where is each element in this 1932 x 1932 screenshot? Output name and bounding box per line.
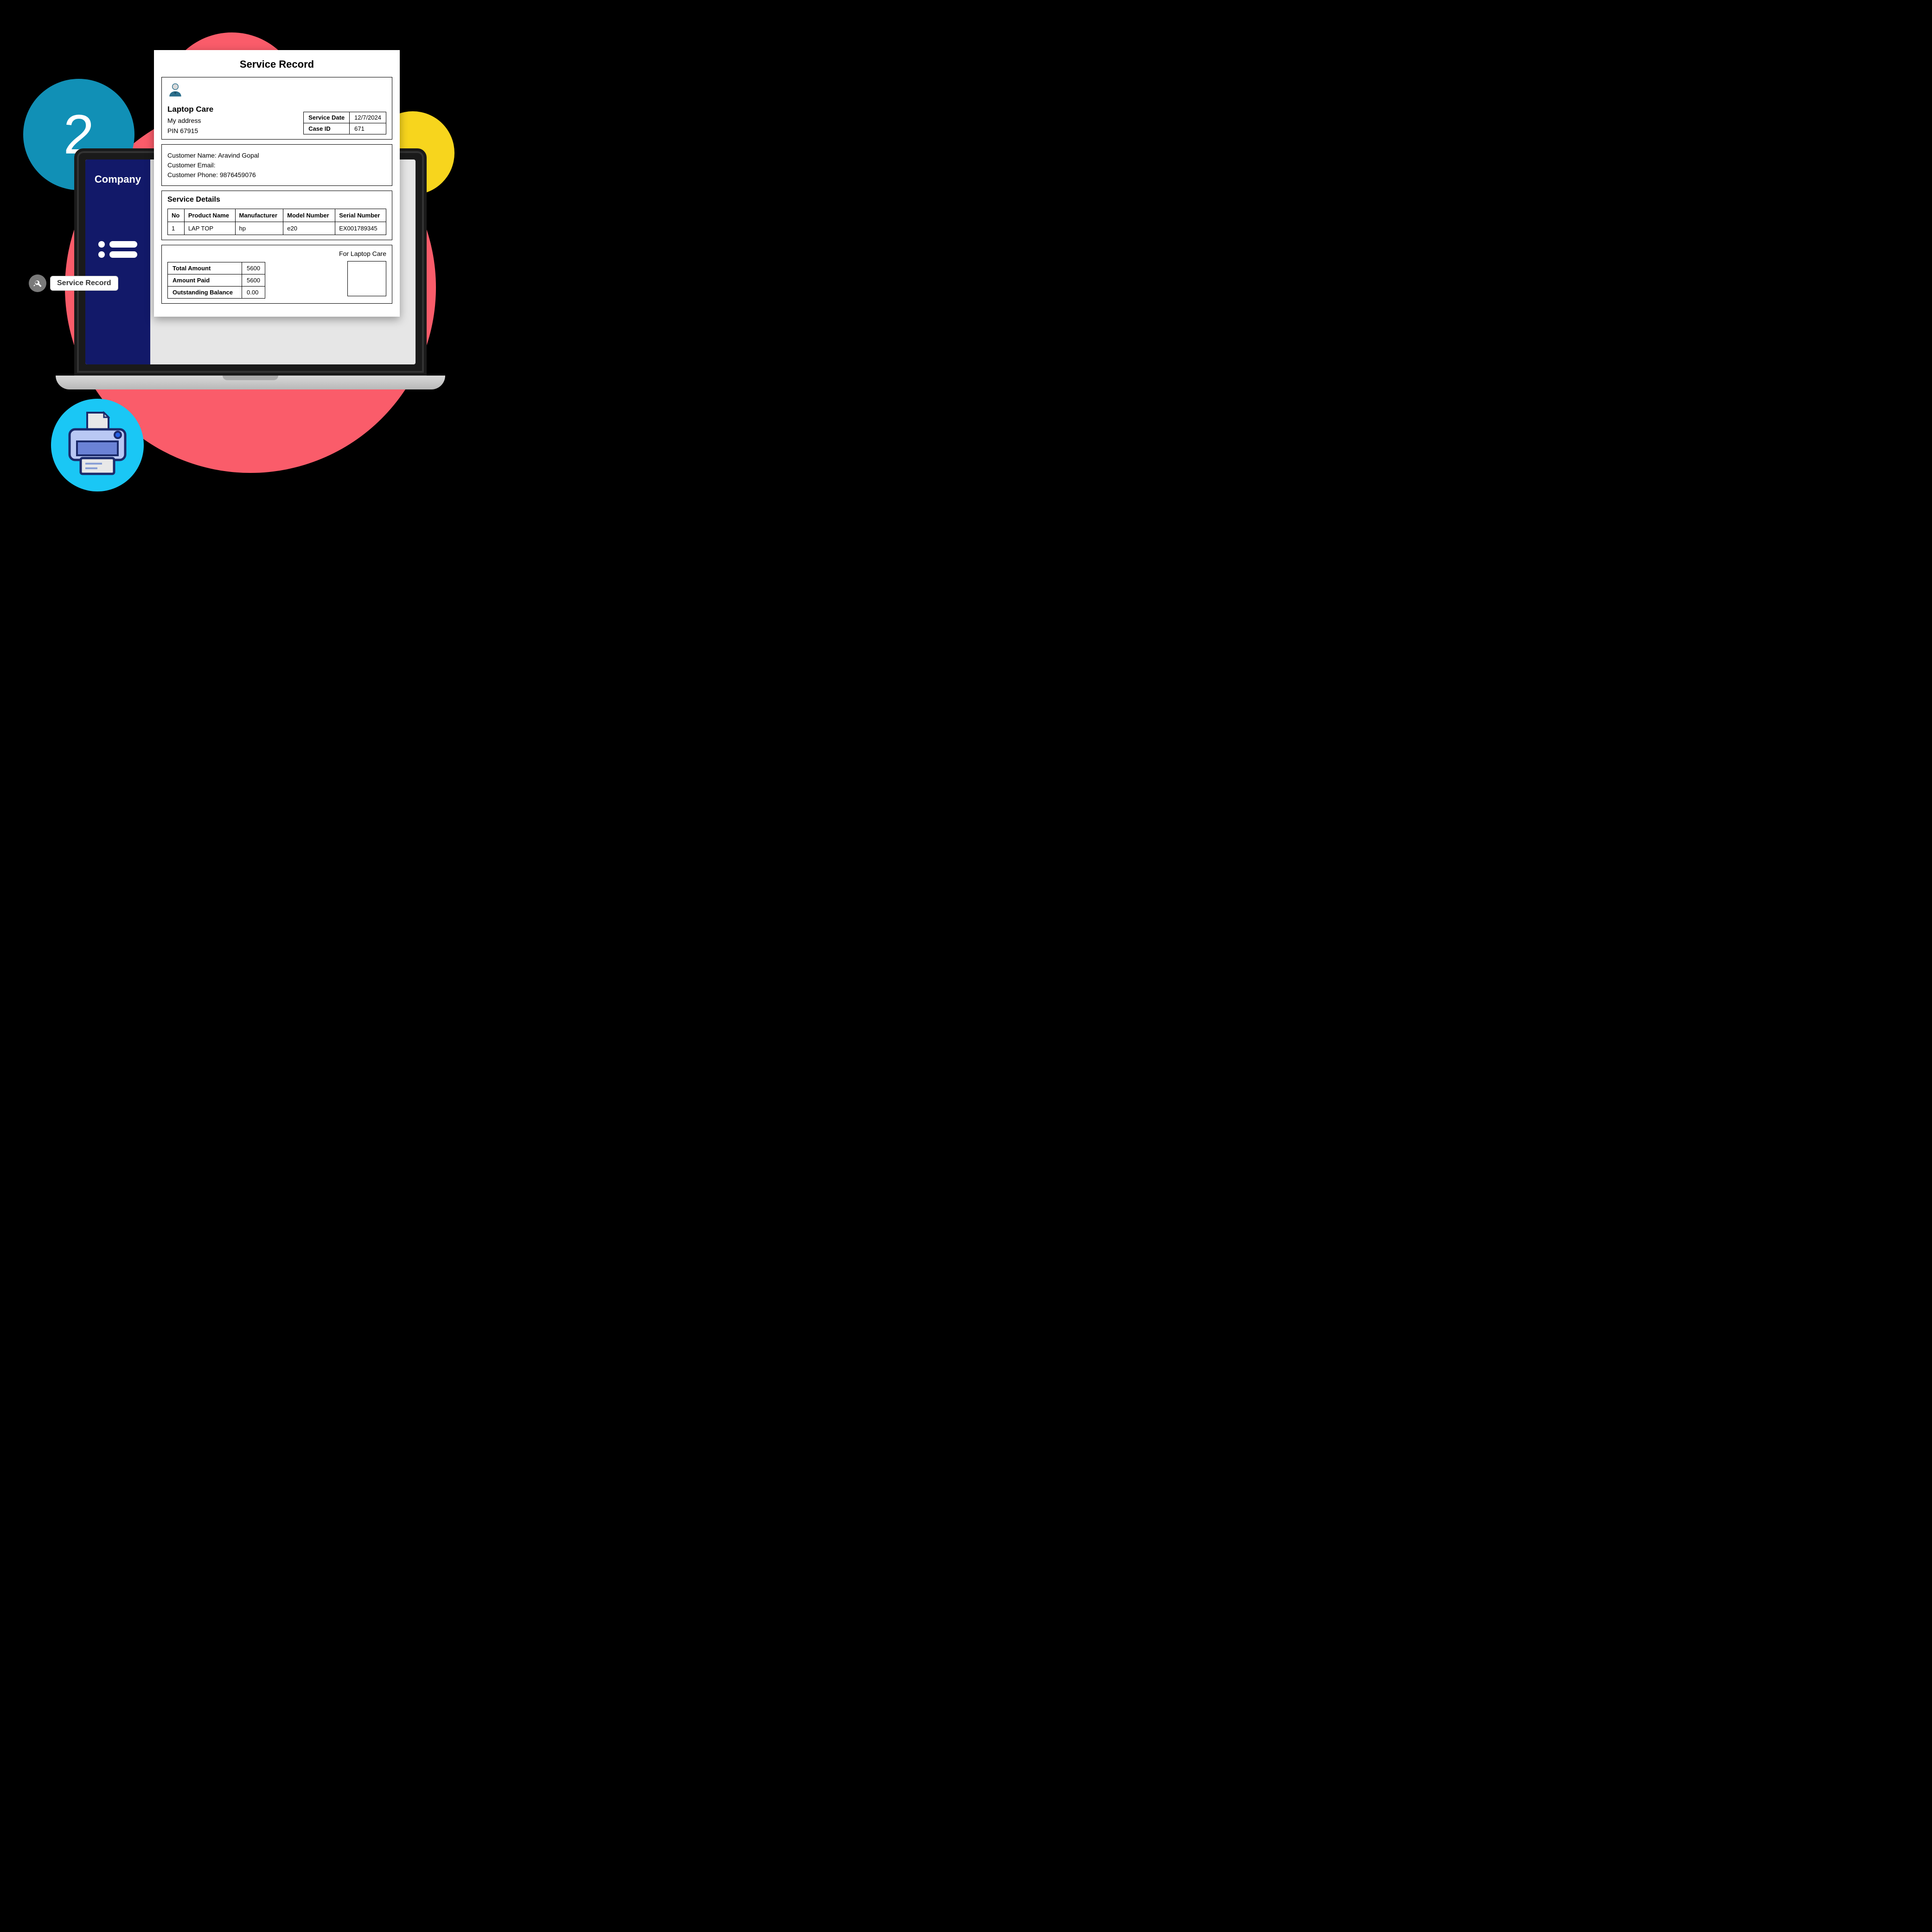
signature-box bbox=[347, 261, 386, 296]
customer-name-label: Customer Name: bbox=[167, 152, 217, 159]
col-serial: Serial Number bbox=[335, 209, 386, 222]
service-record-tag-label: Service Record bbox=[50, 276, 118, 291]
cell-no: 1 bbox=[168, 222, 185, 235]
outstanding-balance-label: Outstanding Balance bbox=[168, 287, 242, 299]
total-amount-value: 5600 bbox=[242, 262, 265, 274]
col-no: No bbox=[168, 209, 185, 222]
company-address: My address bbox=[167, 117, 213, 124]
footer-box: Total Amount 5600 Amount Paid 5600 Outst… bbox=[161, 245, 392, 304]
amount-paid-value: 5600 bbox=[242, 274, 265, 287]
customer-email-label: Customer Email: bbox=[167, 161, 215, 169]
signature-for-label: For Laptop Care bbox=[339, 250, 386, 257]
meta-table: Service Date 12/7/2024 Case ID 671 bbox=[303, 112, 386, 134]
service-date-value: 12/7/2024 bbox=[350, 112, 386, 123]
customer-phone-value: 9876459076 bbox=[220, 171, 256, 179]
menu-list-icon[interactable] bbox=[98, 241, 137, 258]
person-icon bbox=[167, 82, 213, 99]
case-id-label: Case ID bbox=[304, 123, 350, 134]
sidebar-title: Company bbox=[95, 173, 141, 185]
customer-info-box: Customer Name: Aravind Gopal Customer Em… bbox=[161, 144, 392, 186]
company-pin: PIN 67915 bbox=[167, 127, 213, 134]
company-info-box: Laptop Care My address PIN 67915 Service… bbox=[161, 77, 392, 140]
menu-row bbox=[98, 241, 137, 248]
printer-icon[interactable] bbox=[60, 408, 134, 482]
customer-name-value: Aravind Gopal bbox=[218, 152, 259, 159]
laptop-base bbox=[56, 376, 445, 389]
amounts-table: Total Amount 5600 Amount Paid 5600 Outst… bbox=[167, 262, 265, 299]
col-product: Product Name bbox=[184, 209, 235, 222]
amount-paid-label: Amount Paid bbox=[168, 274, 242, 287]
service-record-tag[interactable]: Service Record bbox=[29, 274, 118, 292]
service-details-heading: Service Details bbox=[167, 196, 386, 204]
doc-title: Service Record bbox=[161, 58, 392, 70]
cell-model: e20 bbox=[283, 222, 335, 235]
col-manufacturer: Manufacturer bbox=[235, 209, 283, 222]
cell-serial: EX001789345 bbox=[335, 222, 386, 235]
service-record-document: Service Record Laptop Care My address PI… bbox=[154, 50, 400, 317]
case-id-value: 671 bbox=[350, 123, 386, 134]
cell-manufacturer: hp bbox=[235, 222, 283, 235]
tools-icon bbox=[29, 274, 46, 292]
signature-area: For Laptop Care bbox=[339, 250, 386, 296]
table-row: 1 LAP TOP hp e20 EX001789345 bbox=[168, 222, 386, 235]
col-model: Model Number bbox=[283, 209, 335, 222]
company-name: Laptop Care bbox=[167, 105, 213, 114]
service-date-label: Service Date bbox=[304, 112, 350, 123]
total-amount-label: Total Amount bbox=[168, 262, 242, 274]
app-sidebar: Company bbox=[85, 159, 150, 364]
menu-row bbox=[98, 251, 137, 258]
customer-phone-label: Customer Phone: bbox=[167, 171, 218, 179]
outstanding-balance-value: 0.00 bbox=[242, 287, 265, 299]
service-details-table: No Product Name Manufacturer Model Numbe… bbox=[167, 209, 386, 235]
cell-product: LAP TOP bbox=[184, 222, 235, 235]
service-details-box: Service Details No Product Name Manufact… bbox=[161, 191, 392, 240]
